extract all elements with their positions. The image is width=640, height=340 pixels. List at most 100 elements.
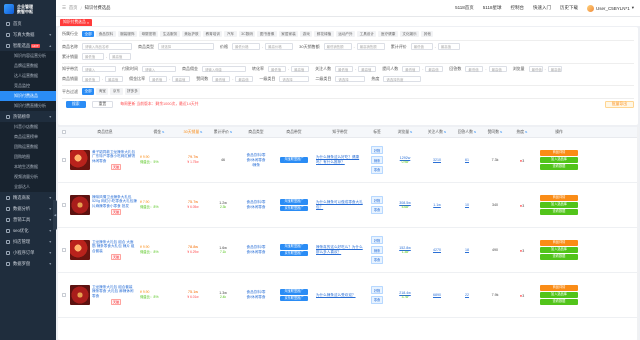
- category-line[interactable]: 食/休闲零食: [238, 295, 274, 300]
- platform-chip[interactable]: 京东: [110, 88, 123, 95]
- table-row[interactable]: 卫龙辣条大礼包 组合 大面筋 辣条零食大礼包 辣片 组合套装 天猫 ¥ 9.90…: [58, 228, 638, 273]
- commission-rate-min-input[interactable]: 最低值: [149, 75, 168, 83]
- sidebar-item-analysis[interactable]: 数据分析 ▼: [0, 203, 56, 214]
- table-row[interactable]: 辣味风情卫龙辣条大礼包 520g 网红小吃零食大礼包辣片麻辣零食小零食 批发 天…: [58, 183, 638, 228]
- product-title[interactable]: 卫龙辣条大礼包 组合套装 辣条零食 大礼包 麻辣休闲零食: [92, 285, 140, 299]
- cat1-select[interactable]: 请选择: [279, 75, 310, 83]
- sidebar-item-photo-data[interactable]: 写真大数据 ▼: [0, 29, 56, 40]
- category-chip[interactable]: 运动户外: [335, 30, 356, 38]
- sidebar-sub-1[interactable]: 品牌运营数据: [0, 61, 56, 71]
- detail-button[interactable]: 商品详情: [540, 240, 578, 246]
- category-chip[interactable]: 汽车: [224, 30, 237, 38]
- sidebar-sub-11[interactable]: 视频流量分析: [0, 172, 56, 182]
- header-agree[interactable]: 赞同数: [482, 130, 508, 135]
- promo-button[interactable]: 淘宝联盟推广: [280, 199, 308, 205]
- header-commission[interactable]: 佣金: [140, 130, 178, 135]
- promo-button[interactable]: 淘宝联盟推广: [280, 157, 308, 163]
- promo-button[interactable]: 京东联盟推广: [280, 250, 308, 256]
- menu-toggle-icon[interactable]: ☰: [62, 5, 66, 11]
- product-type-select[interactable]: 请选择: [158, 43, 214, 50]
- header-link-5118-planet[interactable]: 5118星球: [483, 5, 502, 11]
- category-chip[interactable]: 医疗健康: [378, 30, 398, 38]
- zhihu-question-link[interactable]: 为什么辣条这么受欢迎？: [314, 293, 366, 298]
- tab-active[interactable]: 知识付费选品 ×: [60, 19, 93, 26]
- sidebar-sub-0[interactable]: 知识内容运营分析: [0, 51, 56, 61]
- promo-button[interactable]: 京东联盟推广: [280, 205, 308, 211]
- total-sales-max-input[interactable]: 最高值: [109, 53, 132, 60]
- header-link-5118-home[interactable]: 5118首页: [455, 5, 474, 11]
- close-icon[interactable]: ×: [87, 21, 89, 25]
- commission-input[interactable]: 请输入佣金: [202, 65, 246, 73]
- sidebar-item-shops[interactable]: 精选商家 ▼: [0, 192, 56, 203]
- product-sales-min-input[interactable]: 最低值: [82, 75, 100, 83]
- zhihu-input[interactable]: 请输入: [82, 65, 116, 73]
- checkbox[interactable]: [62, 130, 66, 134]
- sales-min-input[interactable]: 最低销售额: [323, 43, 352, 50]
- zhihu-question-link[interactable]: 辣条真的这么好吃么？为什么那么多人喜欢？: [314, 245, 366, 254]
- views-value[interactable]: 152.8w: [399, 246, 411, 250]
- product-image[interactable]: [70, 240, 90, 260]
- table-row[interactable]: 黄子韬同款卫龙辣条大礼包 广东特产零食小吃网红解馋休闲零食 天猫 ¥ 9.90 …: [58, 138, 638, 183]
- sidebar-item-tools[interactable]: 营销工具 ▼: [0, 214, 56, 225]
- sidebar-sub-12[interactable]: 全部达人: [0, 182, 56, 192]
- reviews-max-input[interactable]: 最高值: [437, 43, 460, 50]
- checkbox[interactable]: [62, 248, 66, 252]
- views-min-input[interactable]: 最低值: [528, 65, 543, 73]
- detail-button[interactable]: 商品详情: [540, 285, 578, 291]
- followers-max-input[interactable]: 最高值: [358, 65, 377, 73]
- answers-value[interactable]: 22: [465, 293, 469, 297]
- view-data-button[interactable]: 查看数据: [540, 164, 578, 170]
- reset-button[interactable]: 重置: [91, 101, 114, 108]
- header-reviews[interactable]: 累计评价: [208, 130, 238, 135]
- category-line[interactable]: /辣条: [238, 163, 274, 168]
- sidebar-item-smart-select[interactable]: 智能选品 HOT ▲: [0, 40, 56, 51]
- followers-value[interactable]: 6890: [433, 293, 441, 297]
- price-min-input[interactable]: 最低价格: [232, 43, 260, 50]
- header-followers[interactable]: 关注人数: [422, 130, 452, 135]
- table-scrollbar[interactable]: [637, 127, 639, 340]
- header-link-downloads[interactable]: 历史下载: [560, 5, 578, 11]
- category-chip[interactable]: 其他: [421, 30, 434, 38]
- product-image[interactable]: [70, 195, 90, 215]
- category-line[interactable]: 食/休闲零食: [238, 205, 274, 210]
- sidebar-sub-6[interactable]: 抖音小店数据: [0, 122, 56, 132]
- export-button[interactable]: 批量导出: [604, 101, 634, 108]
- view-data-button[interactable]: 查看数据: [540, 299, 578, 305]
- product-title[interactable]: 卫龙辣条大礼包 组合 大面筋 辣条零食大礼包 辣片 组合套装: [92, 240, 140, 254]
- conversion-min-input[interactable]: 最低值: [268, 65, 286, 73]
- product-sales-max-input[interactable]: 最高值: [105, 75, 124, 83]
- category-chip[interactable]: 美妆护肤: [181, 30, 202, 38]
- answers-value[interactable]: 61: [465, 158, 469, 162]
- add-to-library-button[interactable]: 加入选品库: [540, 202, 578, 208]
- conversion-max-input[interactable]: 最高值: [291, 65, 310, 73]
- add-to-library-button[interactable]: 加入选品库: [540, 292, 578, 298]
- category-chip[interactable]: 图书音像: [257, 30, 277, 38]
- header-views[interactable]: 浏览量: [388, 130, 422, 135]
- sidebar-sub-active[interactable]: 知识付费选品: [0, 91, 56, 101]
- view-data-button[interactable]: 查看数据: [540, 254, 578, 260]
- commission-rate-max-input[interactable]: 最高值: [172, 75, 191, 83]
- category-chip[interactable]: 服装服饰: [117, 30, 137, 38]
- sidebar-item-compass[interactable]: 数据罗盘 ▼: [0, 258, 56, 269]
- product-title[interactable]: 黄子韬同款卫龙辣条大礼包 广东特产零食小吃网红解馋休闲零食: [92, 150, 140, 164]
- user-menu[interactable]: User_C5BYLN*1 ▾: [586, 4, 634, 12]
- askers-max-input[interactable]: 最高值: [425, 65, 444, 73]
- promo-button[interactable]: 京东联盟推广: [280, 295, 308, 301]
- askers-min-input[interactable]: 最低值: [402, 65, 421, 73]
- checkbox[interactable]: [62, 158, 66, 162]
- header-link-quickstart[interactable]: 快速入门: [533, 5, 551, 11]
- detail-button[interactable]: 商品详情: [540, 195, 578, 201]
- product-name-input[interactable]: 请输入商品名称: [82, 43, 132, 50]
- reviews-min-input[interactable]: 最低值: [410, 43, 433, 50]
- table-row[interactable]: 卫龙辣条大礼包 组合套装 辣条零食 大礼包 麻辣休闲零食 天猫 ¥ 9.90 佣…: [58, 273, 638, 318]
- sidebar-sub-9[interactable]: 团购地图: [0, 152, 56, 162]
- promo-button[interactable]: 淘宝联盟推广: [280, 289, 308, 295]
- category-chip[interactable]: 3C数码: [238, 30, 256, 38]
- header-30d-sales[interactable]: 30天销量: [178, 130, 208, 135]
- agree-min-input[interactable]: 最低值: [212, 75, 231, 83]
- category-chip[interactable]: 家居家装: [278, 30, 299, 38]
- breadcrumb-home[interactable]: 首页: [69, 5, 78, 11]
- checkbox[interactable]: [62, 293, 66, 297]
- sidebar-sub-8[interactable]: 团购运营数据: [0, 142, 56, 152]
- cat2-select[interactable]: 请选择: [335, 75, 366, 83]
